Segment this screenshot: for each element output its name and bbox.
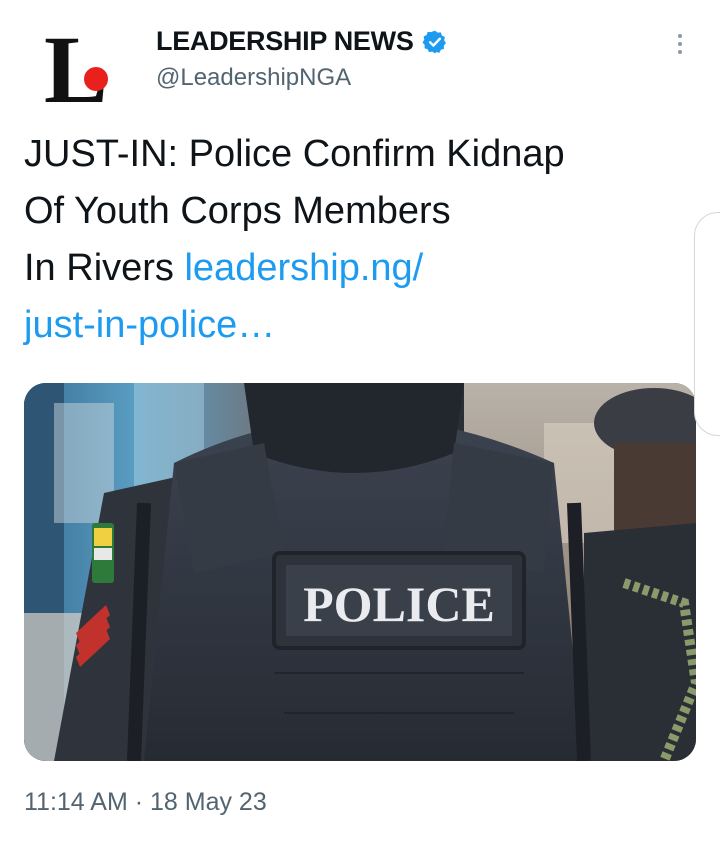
more-vertical-icon[interactable] — [662, 26, 698, 62]
logo-graphic: L — [44, 16, 108, 123]
tweet-text: JUST-IN: Police Confirm Kidnap Of Youth … — [24, 126, 684, 354]
tweet-timestamp[interactable]: 11:14 AM · 18 May 23 — [24, 788, 267, 817]
leadership-logo[interactable]: L — [40, 16, 122, 123]
tweet-image[interactable]: POLICE — [24, 383, 696, 761]
side-panel-edge — [694, 212, 720, 436]
author-name-row[interactable]: LEADERSHIP NEWS — [156, 26, 448, 57]
police-officer-photo: POLICE — [24, 383, 696, 761]
author-display-name[interactable]: LEADERSHIP NEWS — [156, 26, 414, 57]
author-handle[interactable]: @LeadershipNGA — [156, 64, 351, 92]
verified-badge-icon — [422, 29, 448, 55]
more-dot — [678, 42, 682, 46]
vest-label: POLICE — [303, 576, 495, 632]
more-dot — [678, 34, 682, 38]
logo-letter: L — [44, 18, 108, 110]
more-dot — [678, 50, 682, 54]
logo-red-dot — [84, 67, 108, 91]
